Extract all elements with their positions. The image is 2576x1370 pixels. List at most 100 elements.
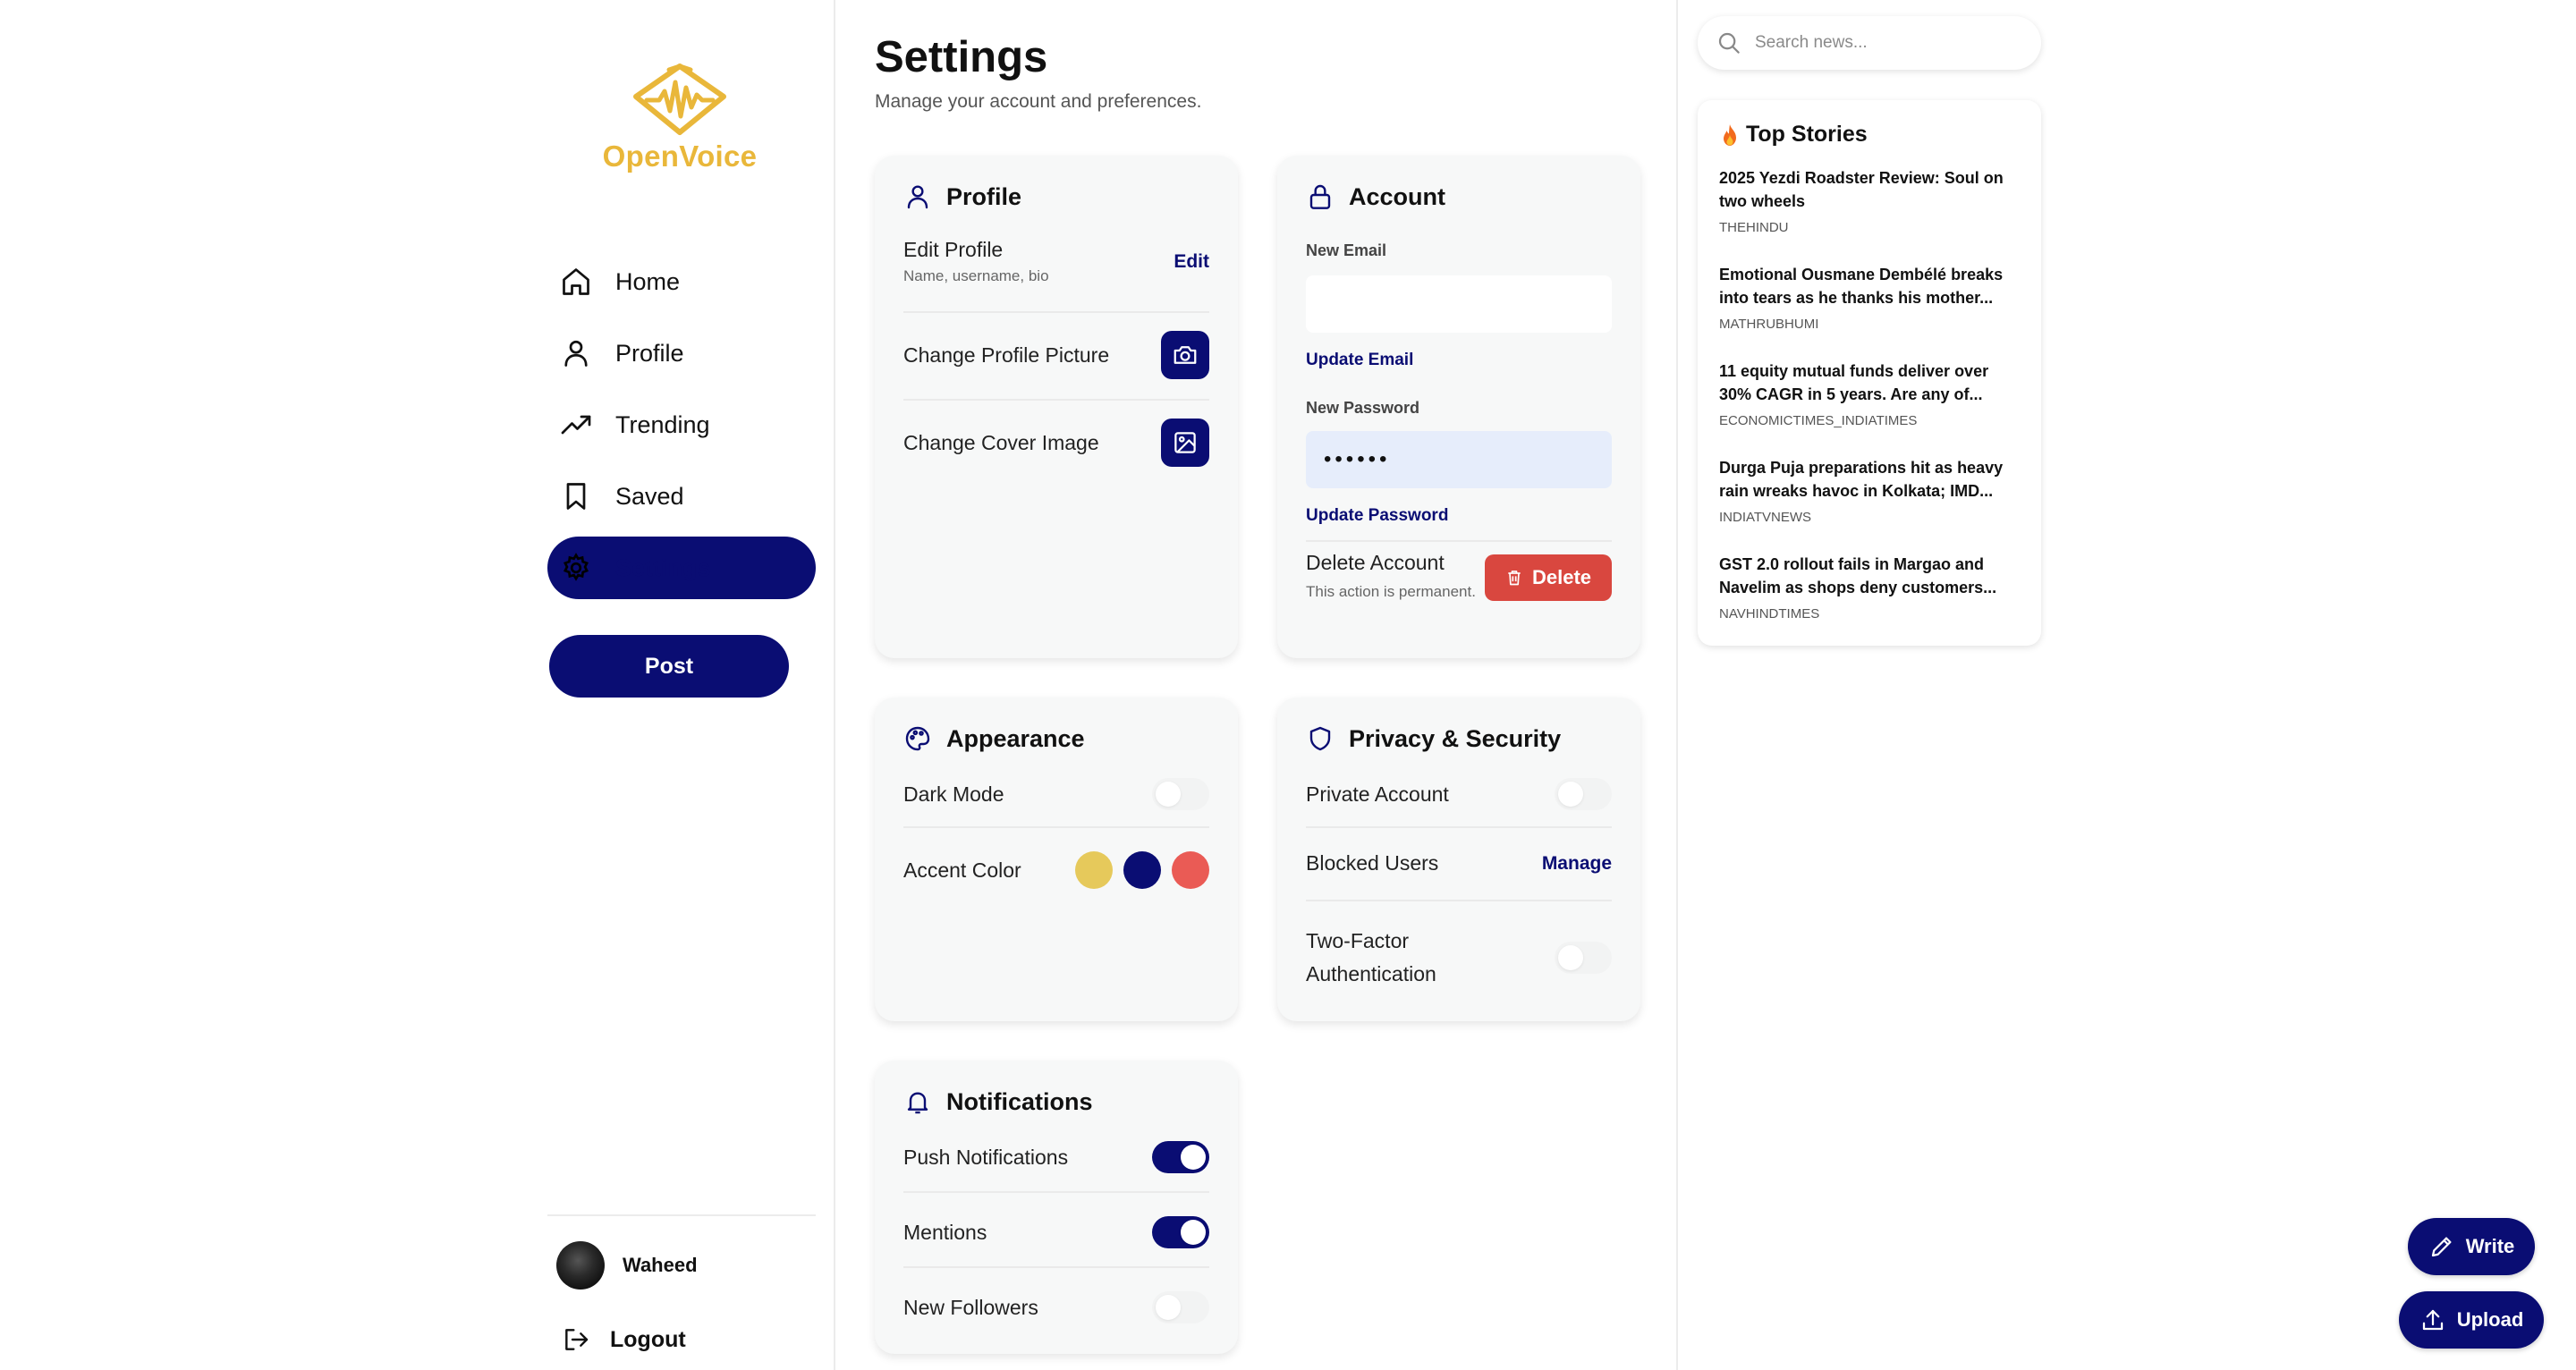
delete-account-label: Delete Account <box>1306 551 1445 574</box>
divider <box>1306 900 1612 901</box>
user-profile[interactable]: Waheed <box>556 1241 698 1290</box>
app-logo[interactable]: OpenVoice <box>599 63 760 173</box>
dark-mode-label: Dark Mode <box>903 782 1004 806</box>
update-password-link[interactable]: Update Password <box>1306 506 1448 526</box>
trash-icon <box>1508 570 1521 585</box>
blocked-users-row: Blocked Users Manage <box>1306 851 1612 875</box>
change-cover-button[interactable] <box>1161 419 1209 467</box>
new-followers-label: New Followers <box>903 1295 1038 1319</box>
privacy-card: Privacy & Security Private Account Block… <box>1277 698 1640 1021</box>
page-title: Settings <box>875 33 1048 81</box>
story-item[interactable]: 2025 Yezdi Roadster Review: Soul on two … <box>1719 166 2023 235</box>
card-header: Privacy & Security <box>1306 724 1561 753</box>
new-followers-toggle[interactable] <box>1152 1291 1209 1323</box>
story-item[interactable]: Emotional Ousmane Dembélé breaks into te… <box>1719 263 2023 332</box>
logout-button[interactable]: Logout <box>562 1325 686 1354</box>
story-source: MATHRUBHUMI <box>1719 317 1819 332</box>
change-cover-row: Change Cover Image <box>903 419 1209 467</box>
story-item[interactable]: GST 2.0 rollout fails in Margao and Nave… <box>1719 553 2023 622</box>
change-cover-label: Change Cover Image <box>903 430 1099 454</box>
appearance-card: Appearance Dark Mode Accent Color <box>875 698 1238 1021</box>
user-name: Waheed <box>623 1254 698 1276</box>
sidebar-item-trending[interactable]: Trending <box>547 393 816 456</box>
edit-profile-sublabel: Name, username, bio <box>903 267 1049 284</box>
accent-swatch-red[interactable] <box>1172 851 1209 889</box>
palette-icon <box>905 726 930 751</box>
accent-color-label: Accent Color <box>903 858 1021 882</box>
sidebar-item-saved[interactable]: Saved <box>547 465 816 528</box>
upload-button[interactable]: Upload <box>2399 1291 2544 1349</box>
divider <box>1306 540 1612 542</box>
sidebar-item-profile[interactable]: Profile <box>547 322 816 385</box>
write-button[interactable]: Write <box>2408 1218 2535 1275</box>
shield-icon <box>1309 726 1331 751</box>
card-header: Appearance <box>903 724 1085 753</box>
account-card: Account New Email Update Email New Passw… <box>1277 156 1640 658</box>
push-notifications-toggle[interactable] <box>1152 1141 1209 1173</box>
story-title: Durga Puja preparations hit as heavy rai… <box>1719 459 2004 500</box>
story-title: 2025 Yezdi Roadster Review: Soul on two … <box>1719 169 2004 210</box>
change-picture-label: Change Profile Picture <box>903 342 1110 367</box>
card-header: Account <box>1306 182 1445 211</box>
two-factor-label: Two-Factor Authentication <box>1306 929 1436 985</box>
email-field[interactable] <box>1306 275 1612 333</box>
logout-label: Logout <box>610 1326 686 1352</box>
manage-blocked-link[interactable]: Manage <box>1542 853 1612 875</box>
avatar <box>556 1241 605 1290</box>
toggle-knob <box>1156 1295 1181 1320</box>
top-stories-title: Top Stories <box>1746 122 1868 147</box>
top-stories-header: Top Stories <box>1719 122 1868 148</box>
toggle-knob <box>1181 1145 1206 1170</box>
sidebar-item-label: Profile <box>615 339 684 367</box>
home-icon <box>563 268 589 295</box>
accent-swatch-yellow[interactable] <box>1075 851 1113 889</box>
accent-swatch-navy[interactable] <box>1123 851 1161 889</box>
sidebar-item-label: Home <box>615 267 681 295</box>
sidebar-item-home[interactable]: Home <box>547 250 816 313</box>
story-title: GST 2.0 rollout fails in Margao and Nave… <box>1719 555 1997 596</box>
mentions-toggle[interactable] <box>1152 1216 1209 1248</box>
update-email-link[interactable]: Update Email <box>1306 351 1413 370</box>
accent-swatches <box>1064 851 1209 889</box>
dark-mode-row: Dark Mode <box>903 778 1209 810</box>
card-title: Account <box>1349 182 1445 210</box>
sidebar-nav: Home Profile Trending Saved Settings <box>547 250 816 608</box>
private-account-toggle[interactable] <box>1555 778 1612 810</box>
new-followers-row: New Followers <box>903 1291 1209 1323</box>
divider <box>903 311 1209 313</box>
toggle-knob <box>1558 945 1583 970</box>
private-account-row: Private Account <box>1306 778 1612 810</box>
delete-account-sublabel: This action is permanent. <box>1306 583 1476 600</box>
password-field[interactable] <box>1306 431 1612 488</box>
story-source: INDIATVNEWS <box>1719 510 1812 525</box>
divider <box>903 1191 1209 1193</box>
change-picture-button[interactable] <box>1161 331 1209 379</box>
gear-icon <box>563 553 589 581</box>
search-input[interactable] <box>1755 33 2023 53</box>
openvoice-logo-icon <box>633 63 726 135</box>
news-search[interactable] <box>1698 16 2041 70</box>
sidebar-item-label: Saved <box>615 482 684 510</box>
divider <box>903 399 1209 401</box>
dark-mode-toggle[interactable] <box>1152 778 1209 810</box>
divider <box>903 826 1209 828</box>
story-title: 11 equity mutual funds deliver over 30% … <box>1719 362 1989 403</box>
edit-profile-link[interactable]: Edit <box>1174 251 1209 273</box>
edit-profile-label: Edit Profile <box>903 238 1004 261</box>
card-title: Notifications <box>946 1087 1093 1115</box>
camera-icon <box>1174 346 1197 364</box>
app-name: OpenVoice <box>602 140 758 173</box>
fire-icon <box>1724 123 1736 146</box>
two-factor-toggle[interactable] <box>1555 942 1612 974</box>
delete-account-button[interactable]: Delete <box>1485 554 1612 601</box>
card-title: Profile <box>946 182 1022 210</box>
story-source: THEHINDU <box>1719 220 1789 235</box>
card-header: Notifications <box>903 1087 1093 1116</box>
post-button[interactable]: Post <box>549 635 789 698</box>
story-item[interactable]: 11 equity mutual funds deliver over 30% … <box>1719 359 2023 428</box>
sidebar-item-settings[interactable]: Settings <box>547 537 816 599</box>
two-factor-row: Two-Factor Authentication <box>1306 925 1612 991</box>
story-item[interactable]: Durga Puja preparations hit as heavy rai… <box>1719 456 2023 525</box>
blocked-users-label: Blocked Users <box>1306 851 1439 875</box>
profile-card: Profile Edit Profile Name, username, bio… <box>875 156 1238 658</box>
